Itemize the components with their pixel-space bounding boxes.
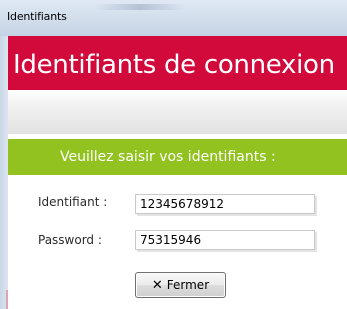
border-accent	[6, 290, 8, 309]
identifiant-label: Identifiant :	[38, 195, 108, 209]
header-gradient-band	[8, 90, 347, 134]
close-button[interactable]: ✕ Fermer	[135, 272, 226, 298]
titlebar-glare	[95, 4, 185, 10]
header-bar: Identifiants de connexion	[8, 36, 347, 90]
instruction-text: Veuillez saisir vos identifiants :	[60, 149, 276, 165]
window-titlebar[interactable]: Identifiants	[0, 0, 347, 36]
password-label: Password :	[38, 233, 102, 247]
password-field[interactable]: 75315946	[135, 230, 315, 250]
window-title: Identifiants	[7, 10, 67, 23]
window-left-border	[0, 36, 8, 309]
identifiant-field[interactable]: 12345678912	[135, 194, 315, 214]
page-title: Identifiants de connexion	[13, 50, 335, 80]
instruction-banner: Veuillez saisir vos identifiants :	[8, 139, 347, 175]
close-button-label: Fermer	[166, 278, 210, 292]
close-icon: ✕	[151, 277, 163, 293]
